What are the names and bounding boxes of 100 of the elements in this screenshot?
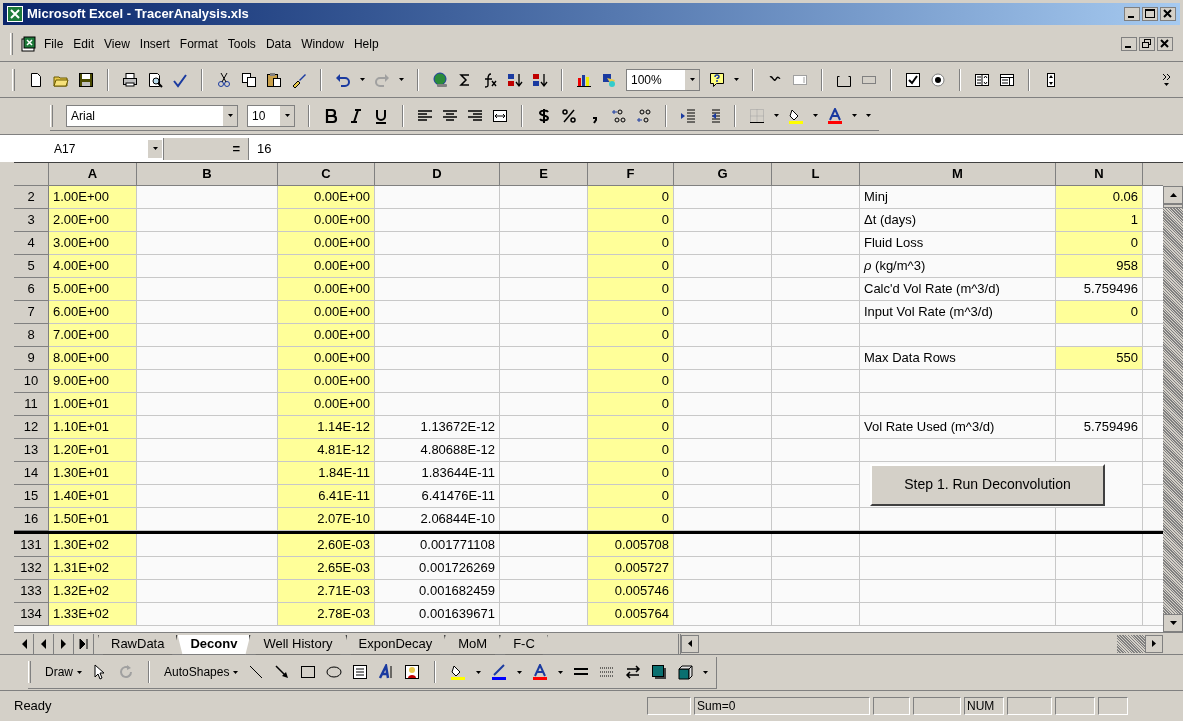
menu-item[interactable]: File [41,35,67,53]
table-cell[interactable]: 0.005764 [588,603,674,626]
underline-icon[interactable] [373,107,389,124]
table-cell[interactable] [772,462,860,485]
oval-icon[interactable] [326,664,343,680]
table-cell[interactable]: 0 [588,324,674,347]
table-cell[interactable] [500,232,588,255]
table-cell[interactable] [860,393,1056,416]
table-cell[interactable] [674,557,772,580]
table-cell[interactable]: Fluid Loss [860,232,1056,255]
table-cell[interactable] [772,485,860,508]
table-cell[interactable]: 0.00E+00 [278,301,375,324]
table-cell[interactable] [500,209,588,232]
decrease-indent-icon[interactable] [680,107,696,124]
sheet-tab[interactable]: RawData [98,634,178,655]
copy-icon[interactable] [241,71,257,88]
table-cell[interactable] [375,301,500,324]
close-icon[interactable] [1157,37,1173,51]
column-header[interactable]: C [278,163,375,186]
table-cell[interactable] [137,278,278,301]
borders-icon[interactable] [749,107,765,124]
table-cell[interactable]: 0.00E+00 [278,232,375,255]
table-cell[interactable] [1056,534,1143,557]
table-cell[interactable] [1143,324,1163,347]
table-cell[interactable] [860,603,1056,626]
table-cell[interactable]: 4.81E-12 [278,439,375,462]
function-icon[interactable] [482,71,498,88]
table-cell[interactable] [500,534,588,557]
table-cell[interactable] [1143,485,1163,508]
table-cell[interactable]: Step 1. Run Deconvolution [860,462,1143,508]
row-header[interactable]: 11 [14,393,49,416]
table-cell[interactable]: 1.33E+02 [49,603,137,626]
table-cell[interactable]: Calc'd Vol Rate (m^3/d) [860,278,1056,301]
table-cell[interactable]: 1.10E+01 [49,416,137,439]
table-cell[interactable] [375,370,500,393]
table-cell[interactable] [500,485,588,508]
table-cell[interactable] [375,186,500,209]
table-cell[interactable] [772,255,860,278]
bold-icon[interactable] [323,107,339,124]
table-cell[interactable] [375,393,500,416]
caret-icon[interactable] [284,114,290,117]
align-center-icon[interactable] [442,107,458,124]
table-cell[interactable]: 0 [588,209,674,232]
caret-icon[interactable] [152,147,158,150]
table-cell[interactable] [674,301,772,324]
table-cell[interactable] [772,603,860,626]
table-cell[interactable]: 7.00E+00 [49,324,137,347]
column-header[interactable]: B [137,163,278,186]
row-header[interactable]: 10 [14,370,49,393]
table-cell[interactable]: 0.06 [1056,186,1143,209]
table-cell[interactable] [500,416,588,439]
table-cell[interactable] [500,301,588,324]
column-header[interactable]: A [49,163,137,186]
table-cell[interactable] [137,508,278,531]
table-cell[interactable] [860,534,1056,557]
caret-icon[interactable] [399,78,404,81]
table-cell[interactable] [375,324,500,347]
table-cell[interactable] [500,370,588,393]
table-cell[interactable]: 0 [588,232,674,255]
table-cell[interactable] [674,232,772,255]
table-cell[interactable] [375,278,500,301]
table-cell[interactable] [1143,393,1163,416]
table-cell[interactable] [137,186,278,209]
align-left-icon[interactable] [417,107,433,124]
caret-icon[interactable] [476,670,482,674]
table-cell[interactable]: 0.00E+00 [278,278,375,301]
table-cell[interactable] [674,534,772,557]
arrow-icon[interactable] [274,664,291,680]
table-cell[interactable] [674,462,772,485]
printer-icon[interactable] [122,71,138,88]
table-cell[interactable] [137,462,278,485]
table-cell[interactable] [772,278,860,301]
row-header[interactable]: 8 [14,324,49,347]
table-cell[interactable] [137,209,278,232]
table-cell[interactable] [674,416,772,439]
3d-box-icon[interactable] [677,664,694,680]
caret-icon[interactable] [558,670,564,674]
table-cell[interactable] [1143,301,1163,324]
select-all-button[interactable] [14,163,49,186]
column-header[interactable]: N [1056,163,1143,186]
table-cell[interactable]: 1.00E+00 [49,186,137,209]
scroll-left-button[interactable] [681,634,699,653]
table-cell[interactable] [500,580,588,603]
table-cell[interactable] [1143,557,1163,580]
column-header[interactable]: G [674,163,772,186]
table-cell[interactable]: 1.13672E-12 [375,416,500,439]
table-cell[interactable] [674,370,772,393]
table-cell[interactable] [674,439,772,462]
table-cell[interactable] [1143,370,1163,393]
menu-item[interactable]: Data [262,35,295,53]
row-header[interactable]: 132 [14,557,49,580]
row-header[interactable]: 14 [14,462,49,485]
table-cell[interactable]: 0 [588,301,674,324]
more-chevron-icon[interactable] [1162,72,1171,87]
table-cell[interactable] [674,278,772,301]
table-cell[interactable] [1143,209,1163,232]
table-cell[interactable]: 4.80688E-12 [375,439,500,462]
fill-color-icon[interactable] [450,664,467,680]
row-header[interactable]: 4 [14,232,49,255]
table-cell[interactable]: 958 [1056,255,1143,278]
